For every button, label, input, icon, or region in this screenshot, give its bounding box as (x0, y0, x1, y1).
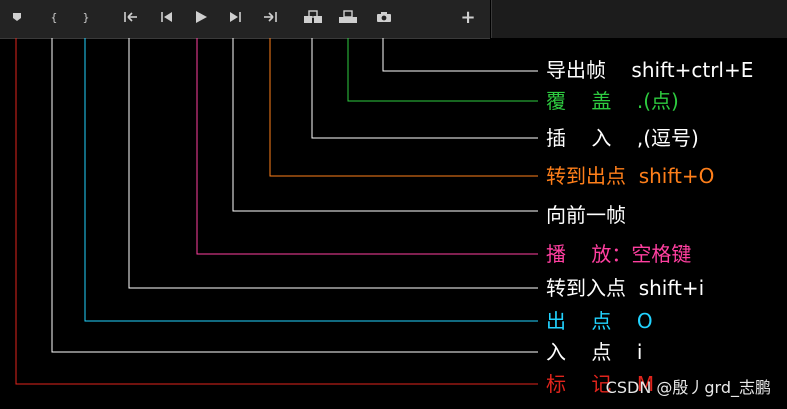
label-go-to-out: 转到出点 shift+O (546, 164, 715, 188)
label-play: 播 放：空格键 (546, 242, 692, 266)
callout-line-export-frame (382, 38, 538, 72)
callout-line-go-to-out (269, 38, 538, 177)
callout-line-step-forward (232, 38, 538, 212)
callout-line-overwrite (347, 38, 538, 102)
label-mark-out: 出 点 O (546, 309, 653, 333)
callout-line-insert (311, 38, 538, 139)
label-mark-in: 入 点 i (546, 340, 643, 364)
label-go-to-in: 转到入点 shift+i (546, 276, 705, 300)
watermark: CSDN @殷丿grd_志鹏 (605, 378, 771, 397)
label-insert: 插 入 ,(逗号) (546, 126, 699, 150)
callout-line-go-to-in (128, 38, 538, 289)
callout-line-mark-in (51, 38, 538, 353)
label-step-forward: 向前一帧 (546, 203, 626, 227)
label-export-frame: 导出帧 shift+ctrl+E (546, 58, 754, 82)
label-overwrite: 覆 盖 .(点) (546, 89, 679, 113)
callout-line-play (196, 38, 538, 255)
